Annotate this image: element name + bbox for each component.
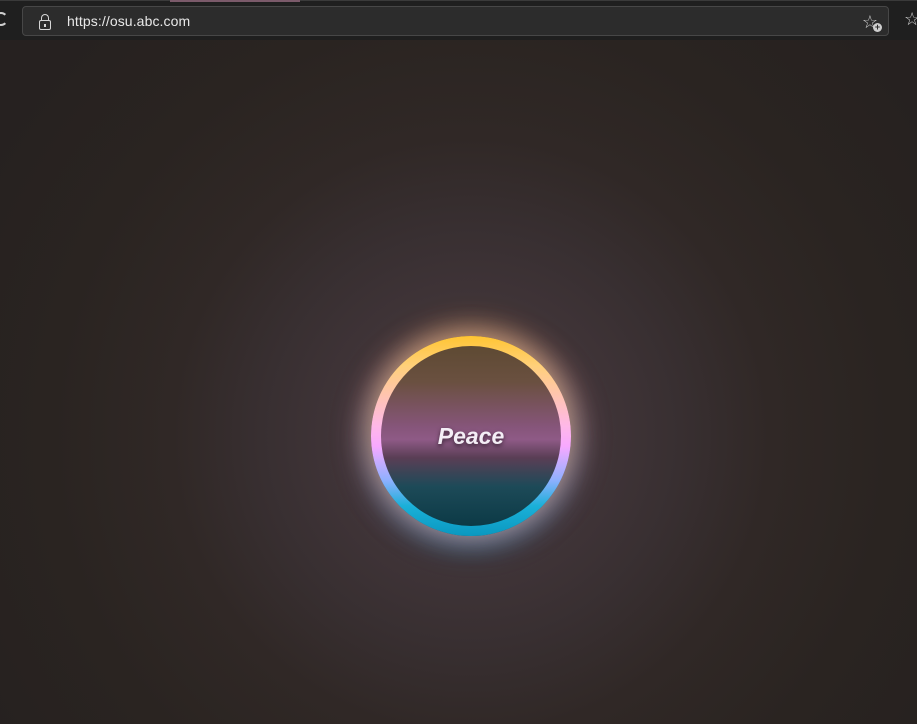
refresh-icon[interactable] xyxy=(0,12,8,26)
star-icon[interactable]: ☆ xyxy=(904,8,917,30)
peace-button-label: Peace xyxy=(437,423,505,449)
active-tab-indicator xyxy=(170,0,300,2)
url-text[interactable]: https://osu.abc.com xyxy=(67,13,190,29)
address-bar[interactable]: https://osu.abc.com ☆ + xyxy=(22,6,889,36)
page-viewport: Peace xyxy=(0,40,917,724)
browser-toolbar: https://osu.abc.com ☆ + ☆ xyxy=(0,0,917,40)
lock-icon[interactable] xyxy=(39,14,51,30)
peace-button-face: Peace xyxy=(381,346,561,526)
peace-button[interactable]: Peace xyxy=(371,336,571,536)
add-favorite-icon[interactable]: ☆ + xyxy=(859,11,882,33)
